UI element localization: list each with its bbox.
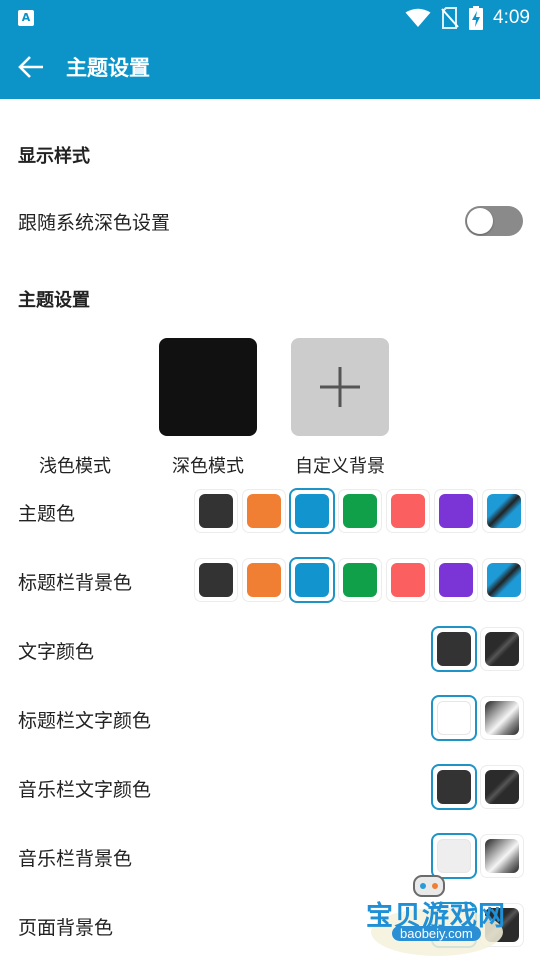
watermark-url: baobeiy.com: [392, 926, 481, 941]
titlebar-bg-color-swatch-6[interactable]: [483, 559, 525, 601]
titlebar-text-color-label: 标题栏文字颜色: [18, 710, 152, 732]
theme-color-swatch-4[interactable]: [387, 490, 429, 532]
musicbar-bg-color-option-1-chip: [485, 839, 519, 873]
plus-icon: [320, 367, 360, 407]
titlebar-bg-color-swatch-4[interactable]: [387, 559, 429, 601]
titlebar-bg-color-swatch-4-chip: [391, 563, 425, 597]
theme-color-swatch-5[interactable]: [435, 490, 477, 532]
theme-color-swatch-2[interactable]: [291, 490, 333, 532]
titlebar-bg-color-swatch-3[interactable]: [339, 559, 381, 601]
app-bar: 主题设置: [0, 36, 540, 99]
toggle-knob: [467, 208, 493, 234]
app-store-icon: A: [18, 10, 34, 26]
section-theme-settings: 主题设置: [18, 290, 90, 311]
battery-charging-icon: [469, 6, 484, 30]
text-color-option-1[interactable]: [481, 628, 523, 670]
theme-color-swatch-6[interactable]: [483, 490, 525, 532]
titlebar-text-color-option-0-chip: [437, 701, 471, 735]
musicbar-text-color-label: 音乐栏文字颜色: [18, 779, 152, 801]
section-display-style: 显示样式: [18, 146, 90, 167]
theme-color-swatch-2-chip: [295, 494, 329, 528]
watermark-logo: 宝贝游戏网 baobeiy.com: [362, 870, 512, 958]
titlebar-bg-color-swatch-6-chip: [487, 563, 521, 597]
theme-color-swatch-3-chip: [343, 494, 377, 528]
titlebar-text-color-option-1-chip: [485, 701, 519, 735]
musicbar-text-color-option-1-chip: [485, 770, 519, 804]
page-title: 主题设置: [66, 56, 150, 80]
back-button[interactable]: [14, 50, 48, 84]
light-mode-tile[interactable]: [26, 338, 124, 436]
text-color-label: 文字颜色: [18, 641, 95, 663]
follow-system-dark-toggle[interactable]: [465, 206, 523, 236]
light-mode-label: 浅色模式: [39, 456, 111, 477]
titlebar-text-color-option-1[interactable]: [481, 697, 523, 739]
titlebar-bg-color-swatch-5[interactable]: [435, 559, 477, 601]
theme-color-swatch-3[interactable]: [339, 490, 381, 532]
titlebar-bg-color-swatch-1-chip: [247, 563, 281, 597]
titlebar-bg-color-swatch-1[interactable]: [243, 559, 285, 601]
wifi-icon: [405, 8, 431, 27]
text-color-option-0-chip: [437, 632, 471, 666]
titlebar-bg-color-label: 标题栏背景色: [18, 572, 133, 594]
theme-color-label: 主题色: [18, 503, 76, 525]
follow-system-dark-label: 跟随系统深色设置: [18, 212, 171, 234]
musicbar-text-color-option-1[interactable]: [481, 766, 523, 808]
dark-mode-label: 深色模式: [172, 456, 244, 477]
theme-color-swatch-4-chip: [391, 494, 425, 528]
no-sim-icon: [441, 7, 459, 29]
titlebar-bg-color-swatch-2[interactable]: [291, 559, 333, 601]
titlebar-bg-color-swatch-2-chip: [295, 563, 329, 597]
titlebar-text-color-option-0[interactable]: [433, 697, 475, 739]
status-bar: A 4:09: [0, 0, 540, 36]
dark-mode-tile[interactable]: [159, 338, 257, 436]
arrow-left-icon: [18, 56, 43, 78]
custom-background-tile[interactable]: [291, 338, 389, 436]
custom-background-label: 自定义背景: [295, 456, 385, 477]
status-icons: 4:09: [405, 6, 530, 30]
theme-color-swatch-0[interactable]: [195, 490, 237, 532]
titlebar-bg-color-swatch-0-chip: [199, 563, 233, 597]
theme-color-swatch-1[interactable]: [243, 490, 285, 532]
musicbar-bg-color-label: 音乐栏背景色: [18, 848, 133, 870]
musicbar-bg-color-option-0-chip: [437, 839, 471, 873]
theme-color-swatch-6-chip: [487, 494, 521, 528]
theme-color-swatch-1-chip: [247, 494, 281, 528]
musicbar-text-color-option-0-chip: [437, 770, 471, 804]
titlebar-bg-color-swatch-0[interactable]: [195, 559, 237, 601]
text-color-option-0[interactable]: [433, 628, 475, 670]
text-color-option-1-chip: [485, 632, 519, 666]
theme-color-swatch-0-chip: [199, 494, 233, 528]
status-time: 4:09: [493, 7, 530, 28]
titlebar-bg-color-swatch-3-chip: [343, 563, 377, 597]
page-bg-color-label: 页面背景色: [18, 917, 114, 939]
musicbar-text-color-option-0[interactable]: [433, 766, 475, 808]
titlebar-bg-color-swatch-5-chip: [439, 563, 473, 597]
theme-color-swatch-5-chip: [439, 494, 473, 528]
